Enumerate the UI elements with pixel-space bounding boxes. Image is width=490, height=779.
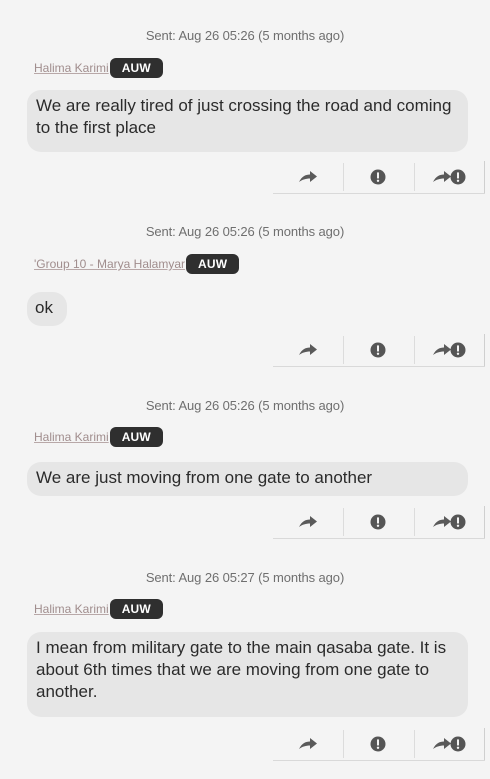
forward-exclamation-icon <box>432 736 466 752</box>
report-button[interactable] <box>343 728 413 760</box>
forward-icon <box>298 343 318 357</box>
forward-report-button[interactable] <box>413 728 485 760</box>
exclamation-icon <box>370 169 386 185</box>
org-badge: AUW <box>186 254 240 274</box>
sent-timestamp: Sent: Aug 26 05:27 (5 months ago) <box>145 570 345 585</box>
forward-report-button[interactable] <box>413 506 485 538</box>
sender-row: Halima Karimi AUW <box>34 425 163 449</box>
message-actions <box>273 161 485 194</box>
forward-button[interactable] <box>273 161 343 193</box>
message-actions <box>273 506 485 539</box>
sender-row: 'Group 10 - Marya Halamyar AUW <box>34 252 240 276</box>
exclamation-icon <box>370 342 386 358</box>
sent-timestamp: Sent: Aug 26 05:26 (5 months ago) <box>145 224 345 239</box>
message-actions <box>273 728 485 761</box>
sent-timestamp: Sent: Aug 26 05:26 (5 months ago) <box>145 28 345 43</box>
message-bubble: I mean from military gate to the main qa… <box>27 632 468 717</box>
org-badge: AUW <box>109 427 163 447</box>
exclamation-icon <box>370 514 386 530</box>
sender-link[interactable]: 'Group 10 - Marya Halamyar <box>34 257 185 271</box>
forward-exclamation-icon <box>432 514 466 530</box>
sender-link[interactable]: Halima Karimi <box>34 602 109 616</box>
forward-report-button[interactable] <box>413 334 485 366</box>
message-feed: Sent: Aug 26 05:26 (5 months ago) Halima… <box>0 0 490 779</box>
forward-icon <box>298 515 318 529</box>
forward-exclamation-icon <box>432 342 466 358</box>
report-button[interactable] <box>343 506 413 538</box>
sent-timestamp: Sent: Aug 26 05:26 (5 months ago) <box>145 398 345 413</box>
message-bubble: We are just moving from one gate to anot… <box>27 462 468 496</box>
forward-icon <box>298 170 318 184</box>
message-bubble: We are really tired of just crossing the… <box>27 90 468 152</box>
message-bubble: ok <box>27 292 67 326</box>
report-button[interactable] <box>343 334 413 366</box>
message-actions <box>273 334 485 367</box>
forward-exclamation-icon <box>432 169 466 185</box>
org-badge: AUW <box>109 599 163 619</box>
report-button[interactable] <box>343 161 413 193</box>
org-badge: AUW <box>109 58 163 78</box>
forward-button[interactable] <box>273 728 343 760</box>
forward-icon <box>298 737 318 751</box>
sender-link[interactable]: Halima Karimi <box>34 61 109 75</box>
sender-row: Halima Karimi AUW <box>34 56 163 80</box>
forward-button[interactable] <box>273 506 343 538</box>
forward-button[interactable] <box>273 334 343 366</box>
forward-report-button[interactable] <box>413 161 485 193</box>
sender-row: Halima Karimi AUW <box>34 597 163 621</box>
exclamation-icon <box>370 736 386 752</box>
sender-link[interactable]: Halima Karimi <box>34 430 109 444</box>
